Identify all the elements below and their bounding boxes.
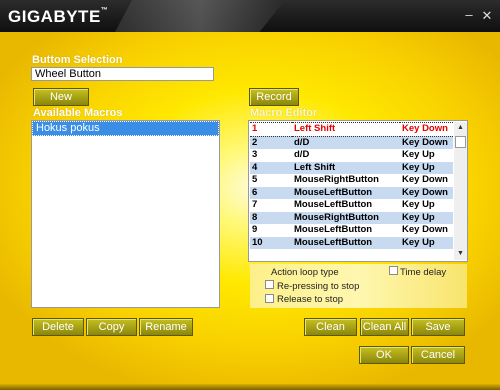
new-button[interactable]: New	[33, 88, 89, 106]
macro-editor-row[interactable]: 8 MouseRightButton Key Up	[250, 211, 453, 224]
time-delay-label: Time delay	[400, 267, 447, 278]
macro-step-number: 6	[250, 186, 292, 199]
macro-step-action: Key Down	[402, 174, 448, 186]
macro-editor-row[interactable]: 1 Left Shift Key Down	[250, 122, 453, 137]
release-to-stop-checkbox[interactable]	[265, 294, 274, 303]
macro-step-key: MouseLeftButton	[292, 236, 400, 249]
action-loop-type-label: Action loop type	[271, 267, 339, 278]
macro-editor-row[interactable]: 6 MouseLeftButton Key Down	[250, 186, 453, 199]
release-to-stop-label: Release to stop	[277, 294, 344, 305]
macro-step-key: Left Shift	[292, 161, 400, 174]
button-selection-field[interactable]: Wheel Button	[31, 67, 214, 81]
gigabyte-logo: GIGABYTE™	[8, 7, 109, 26]
macro-step-key: d/D	[294, 149, 310, 161]
macro-editor-label: Macro Editor	[250, 107, 318, 119]
title-bar[interactable]: GIGABYTE™ – ✕	[0, 0, 500, 32]
scroll-up-icon[interactable]: ▲	[454, 122, 467, 134]
macro-editor-row[interactable]: 2 d/D Key Down	[250, 136, 453, 149]
macro-editor-table: 1 Left Shift Key Down 2 d/D Key Down 3 d/D Key U…	[250, 122, 453, 249]
macro-step-action: Key Up	[400, 236, 453, 249]
macro-editor-list[interactable]: 1 Left Shift Key Down 2 d/D Key Down 3 d/D Key U…	[248, 120, 468, 262]
macro-editor-row[interactable]: 5 MouseRightButton Key Down	[250, 174, 453, 187]
time-delay-checkbox[interactable]	[389, 266, 398, 275]
macro-editor-scrollbar[interactable]: ▲ ▼	[454, 122, 467, 260]
scroll-thumb[interactable]	[455, 136, 466, 148]
macro-editor-row[interactable]: 10 MouseLeftButton Key Up	[250, 236, 453, 249]
macro-step-number: 8	[250, 211, 292, 224]
delete-button[interactable]: Delete	[32, 318, 84, 336]
save-button[interactable]: Save	[411, 318, 465, 336]
copy-button[interactable]: Copy	[86, 318, 137, 336]
rename-button[interactable]: Rename	[139, 318, 193, 336]
macro-step-key: MouseLeftButton	[294, 224, 373, 236]
macro-step-key: MouseRightButton	[294, 174, 379, 186]
macro-step-key: d/D	[292, 136, 400, 149]
button-selection-label: Buttom Selection	[32, 54, 123, 66]
macro-step-number: 1	[250, 122, 292, 137]
ok-button[interactable]: OK	[359, 346, 409, 364]
macro-window: GIGABYTE™ – ✕ Buttom Selection Wheel But…	[0, 0, 500, 390]
macro-editor-row[interactable]: 4 Left Shift Key Up	[250, 161, 453, 174]
macro-step-action: Key Up	[400, 161, 453, 174]
macro-step-action: Key Up	[400, 211, 453, 224]
re-pressing-checkbox[interactable]	[265, 280, 274, 289]
macro-editor-row[interactable]: 3 d/D Key Up	[250, 149, 453, 162]
macro-list-item[interactable]: Hokus pokus	[32, 121, 219, 136]
macro-step-number: 2	[250, 136, 292, 149]
loop-options-panel: Action loop type Time delay Re-pressing …	[250, 264, 467, 308]
macro-step-action: Key Down	[400, 122, 453, 137]
re-pressing-label: Re-pressing to stop	[277, 281, 360, 292]
macro-step-number: 4	[250, 161, 292, 174]
macro-step-key: MouseLeftButton	[292, 186, 400, 199]
cancel-button[interactable]: Cancel	[411, 346, 465, 364]
title-decoration	[115, 0, 285, 32]
macro-step-action: Key Down	[402, 224, 448, 236]
available-macros-label: Available Macros	[33, 107, 123, 119]
available-macros-list[interactable]: Hokus pokus	[31, 120, 220, 308]
macro-step-action: Key Down	[400, 136, 453, 149]
bottom-border	[0, 384, 500, 390]
clean-button[interactable]: Clean	[304, 318, 357, 336]
macro-step-number: 3	[252, 149, 258, 161]
macro-step-key: MouseRightButton	[292, 211, 400, 224]
clean-all-button[interactable]: Clean All	[360, 318, 409, 336]
record-button[interactable]: Record	[249, 88, 299, 106]
macro-step-key: Left Shift	[292, 122, 400, 137]
macro-step-number: 7	[252, 199, 258, 211]
macro-step-action: Key Down	[400, 186, 453, 199]
scroll-down-icon[interactable]: ▼	[454, 248, 467, 260]
macro-editor-row[interactable]: 9 MouseLeftButton Key Down	[250, 224, 453, 237]
macro-step-number: 10	[250, 236, 292, 249]
macro-step-number: 9	[252, 224, 258, 236]
macro-step-number: 5	[252, 174, 258, 186]
minimize-icon[interactable]: –	[462, 8, 476, 22]
close-icon[interactable]: ✕	[480, 9, 494, 23]
macro-step-action: Key Up	[402, 149, 435, 161]
macro-step-key: MouseLeftButton	[294, 199, 373, 211]
macro-editor-row[interactable]: 7 MouseLeftButton Key Up	[250, 199, 453, 212]
macro-step-action: Key Up	[402, 199, 435, 211]
